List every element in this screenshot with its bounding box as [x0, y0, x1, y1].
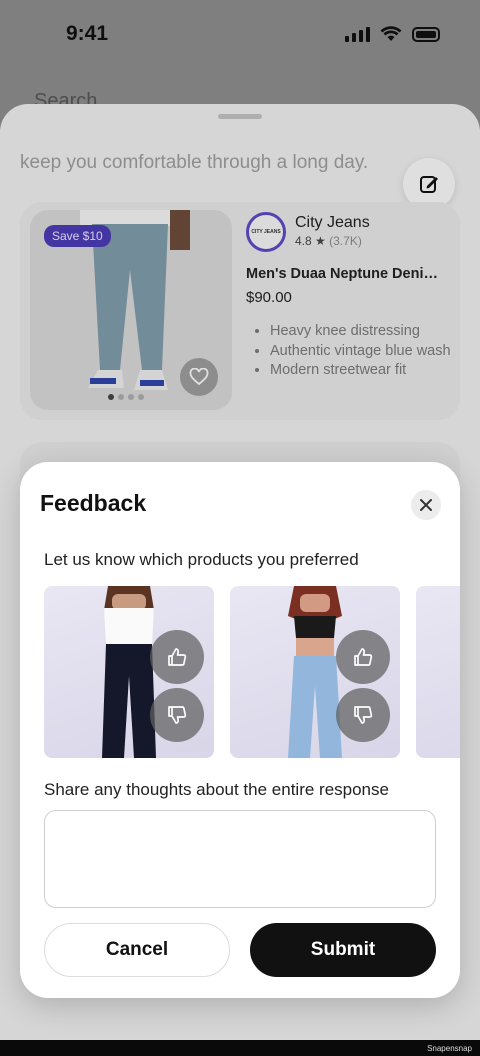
thoughts-prompt: Share any thoughts about the entire resp… [44, 780, 389, 799]
product-feedback-carousel[interactable] [44, 586, 460, 758]
products-prompt: Let us know which products you preferred [44, 550, 359, 569]
thumbs-down-button[interactable] [150, 688, 204, 742]
thumbs-up-icon [168, 648, 187, 666]
feedback-product-card [230, 586, 400, 758]
product-image [288, 586, 342, 758]
thumbs-down-icon [168, 706, 187, 724]
feedback-product-card [44, 586, 214, 758]
thumbs-up-button[interactable] [150, 630, 204, 684]
thumbs-up-button[interactable] [336, 630, 390, 684]
close-icon [420, 499, 432, 511]
thumbs-down-icon [354, 706, 373, 724]
cancel-button[interactable]: Cancel [44, 923, 230, 977]
submit-button[interactable]: Submit [250, 923, 436, 977]
product-image [102, 586, 156, 758]
watermark: Snapensnap [427, 1044, 472, 1053]
thumbs-up-icon [354, 648, 373, 666]
modal-title: Feedback [40, 490, 147, 516]
close-button[interactable] [411, 490, 441, 520]
bottom-strip [0, 1040, 480, 1056]
feedback-product-card [416, 586, 460, 758]
feedback-modal: Feedback Let us know which products you … [20, 462, 460, 998]
thumbs-down-button[interactable] [336, 688, 390, 742]
thoughts-input[interactable] [44, 810, 436, 908]
